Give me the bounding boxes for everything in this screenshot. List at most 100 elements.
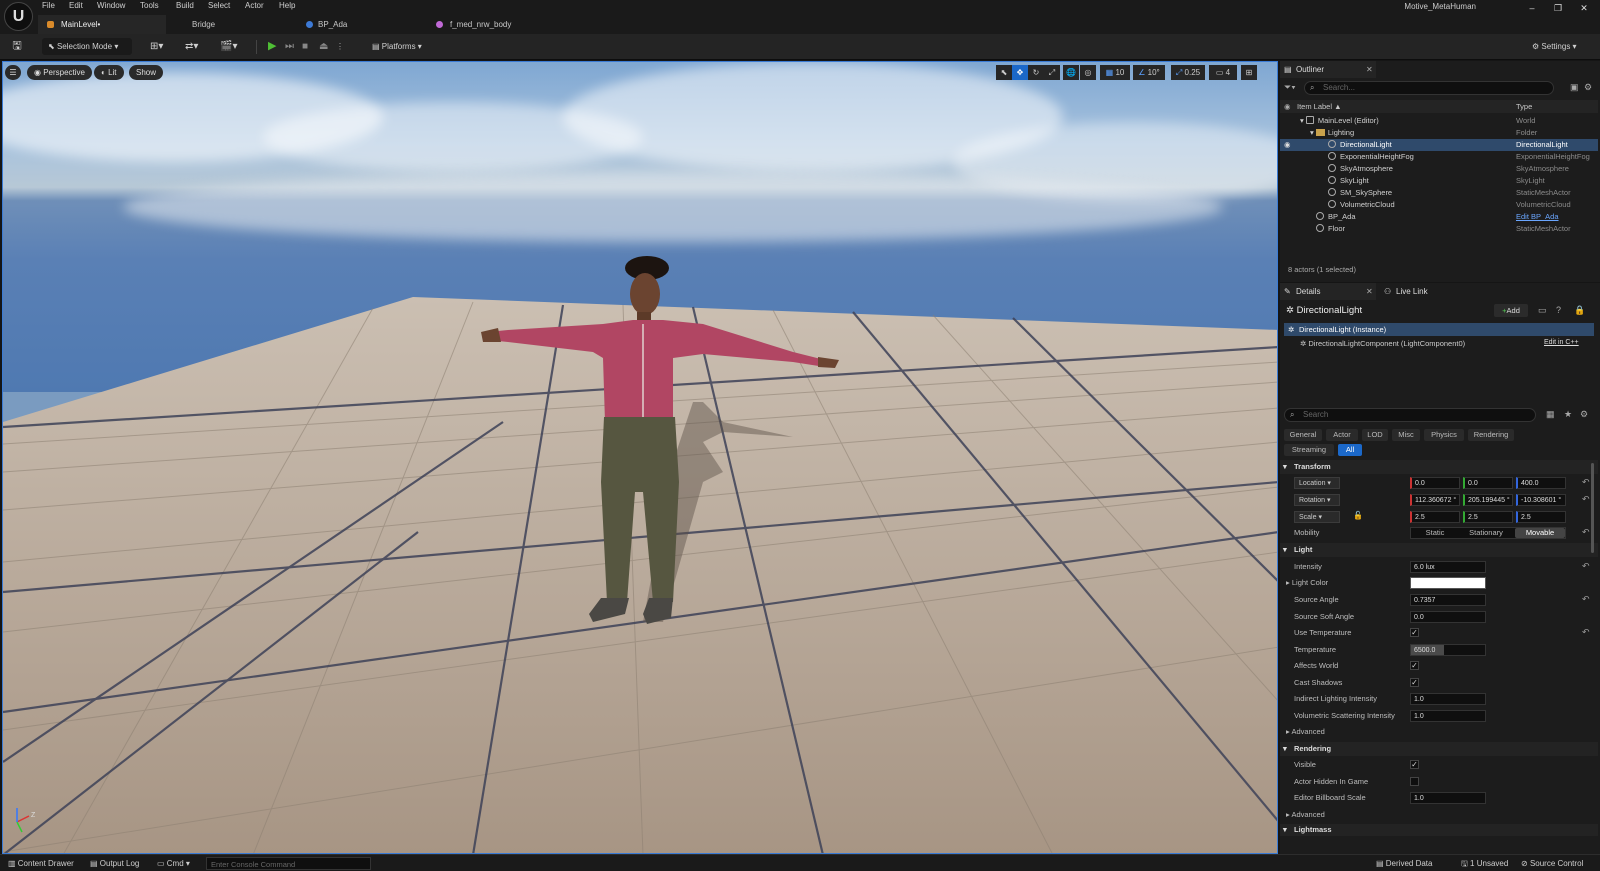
property-matrix-icon[interactable]: ▦	[1546, 409, 1555, 420]
scale-dropdown[interactable]: Scale ▾	[1294, 511, 1340, 523]
lock-icon[interactable]: 🔒	[1574, 305, 1585, 316]
tab-bp-ada[interactable]: BP_Ada	[300, 15, 420, 34]
rotation-snap-toggle[interactable]: ∠ 10°	[1133, 65, 1165, 80]
details-search-input[interactable]: ⌕ Search	[1284, 408, 1536, 422]
settings-button[interactable]: ⚙ Settings ▾	[1532, 38, 1594, 55]
reset-icon[interactable]: ↶	[1582, 594, 1590, 605]
source-soft-angle-field[interactable]: 0.0	[1410, 611, 1486, 623]
light-advanced-row[interactable]: ▸ Advanced	[1286, 725, 1325, 739]
surface-snap-icon[interactable]: ◎	[1080, 65, 1096, 80]
light-component-row[interactable]: ✲ DirectionalLightComponent (LightCompon…	[1300, 339, 1465, 348]
filter-streaming[interactable]: Streaming	[1284, 444, 1334, 456]
filter-icon[interactable]: ⏷▾	[1284, 82, 1296, 93]
close-tab-icon[interactable]: ✕	[1366, 61, 1373, 78]
cast-shadows-checkbox[interactable]: ✓	[1410, 678, 1419, 687]
reset-icon[interactable]: ↶	[1582, 527, 1590, 538]
outliner-search-input[interactable]: ⌕ Search...	[1304, 81, 1554, 95]
close-tab-icon[interactable]: ✕	[1366, 283, 1373, 300]
add-component-button[interactable]: +Add	[1494, 304, 1528, 317]
blueprint-menu-icon[interactable]: ⇄▾	[185, 38, 209, 55]
rotation-y-field[interactable]: 205.199445 °	[1463, 494, 1513, 506]
outliner-settings-icon[interactable]: ⚙	[1584, 82, 1592, 93]
transform-section[interactable]: ▾ Transform	[1280, 460, 1598, 474]
light-section[interactable]: ▾ Light	[1280, 543, 1598, 557]
scale-z-field[interactable]: 2.5	[1516, 511, 1566, 523]
play-icon[interactable]: ▶	[268, 38, 280, 55]
blueprint-options-icon[interactable]: ▭	[1538, 305, 1547, 316]
tab-mainlevel[interactable]: MainLevel•	[38, 15, 166, 34]
lightmass-section[interactable]: ▾ Lightmass	[1280, 824, 1598, 836]
details-settings-icon[interactable]: ⚙	[1580, 409, 1588, 420]
select-tool-icon[interactable]: ⬉	[996, 65, 1012, 80]
menu-help[interactable]: Help	[279, 0, 295, 12]
intensity-field[interactable]: 6.0 lux	[1410, 561, 1486, 573]
use-temperature-checkbox[interactable]: ✓	[1410, 628, 1419, 637]
tab-outliner[interactable]: ▤ Outliner ✕	[1280, 61, 1376, 78]
menu-file[interactable]: File	[42, 0, 55, 12]
affects-world-checkbox[interactable]: ✓	[1410, 661, 1419, 670]
unreal-logo-icon[interactable]: U	[4, 2, 33, 31]
tab-f-med-nrw-body[interactable]: f_med_nrw_body	[432, 15, 572, 34]
source-angle-field[interactable]: 0.7357	[1410, 594, 1486, 606]
lock-scale-icon[interactable]: 🔓	[1353, 511, 1363, 520]
outliner-row-lighting[interactable]: ▾ Lighting Folder	[1280, 127, 1598, 139]
filter-physics[interactable]: Physics	[1424, 429, 1464, 441]
filter-all[interactable]: All	[1338, 444, 1362, 456]
actor-hidden-checkbox[interactable]	[1410, 777, 1419, 786]
location-y-field[interactable]: 0.0	[1463, 477, 1513, 489]
scale-tool-icon[interactable]: ⤢	[1044, 65, 1060, 80]
save-icon[interactable]: 🖫	[10, 38, 24, 55]
tab-bridge[interactable]: Bridge	[180, 15, 290, 34]
level-viewport[interactable]: Z ☰ ◉ Perspective ◐ Lit Show ⬉ ✥ ↻ ⤢ 🌐 ◎…	[2, 61, 1278, 854]
help-icon[interactable]: ?	[1556, 305, 1561, 315]
grid-snap-toggle[interactable]: ▦ 10	[1100, 65, 1130, 80]
edit-bp-ada-link[interactable]: Edit BP_Ada	[1516, 211, 1559, 223]
reset-icon[interactable]: ↶	[1582, 477, 1590, 488]
visible-checkbox[interactable]: ✓	[1410, 760, 1419, 769]
indirect-lighting-field[interactable]: 1.0	[1410, 693, 1486, 705]
source-control-button[interactable]: ⊘ Source Control	[1521, 855, 1583, 871]
filter-rendering[interactable]: Rendering	[1468, 429, 1514, 441]
details-scrollbar[interactable]	[1591, 463, 1594, 553]
cmd-dropdown[interactable]: ▭ Cmd ▾	[157, 855, 190, 871]
viewport-menu-icon[interactable]: ☰	[5, 65, 21, 80]
outliner-row-directionallight[interactable]: ◉ DirectionalLight DirectionalLight	[1280, 139, 1598, 151]
outliner-row-exponentialheightfog[interactable]: ExponentialHeightFog ExponentialHeightFo…	[1280, 151, 1598, 163]
menu-tools[interactable]: Tools	[140, 0, 159, 12]
eye-icon[interactable]: ◉	[1284, 139, 1291, 151]
location-dropdown[interactable]: Location ▾	[1294, 477, 1340, 489]
show-button[interactable]: Show	[129, 65, 164, 80]
maximize-viewport-icon[interactable]: ⊞	[1241, 65, 1257, 80]
outliner-row-sm-skysphere[interactable]: SM_SkySphere StaticMeshActor	[1280, 187, 1598, 199]
reset-icon[interactable]: ↶	[1582, 561, 1590, 572]
favorite-star-icon[interactable]: ★	[1564, 409, 1572, 420]
location-z-field[interactable]: 400.0	[1516, 477, 1566, 489]
unsaved-button[interactable]: 🖫 1 Unsaved	[1461, 855, 1508, 871]
rendering-section[interactable]: ▾ Rendering	[1280, 742, 1598, 756]
temperature-slider[interactable]: 6500.0	[1410, 644, 1486, 656]
light-color-swatch[interactable]	[1410, 577, 1486, 589]
filter-general[interactable]: General	[1284, 429, 1322, 441]
platforms-dropdown[interactable]: ▤ Platforms ▾	[372, 38, 434, 55]
outliner-row-skyatmosphere[interactable]: SkyAtmosphere SkyAtmosphere	[1280, 163, 1598, 175]
step-icon[interactable]: ⏭	[285, 38, 297, 55]
volumetric-scattering-field[interactable]: 1.0	[1410, 710, 1486, 722]
reset-icon[interactable]: ↶	[1582, 494, 1590, 505]
add-folder-icon[interactable]: ▣	[1570, 82, 1579, 93]
filter-actor[interactable]: Actor	[1326, 429, 1358, 441]
filter-lod[interactable]: LOD	[1362, 429, 1388, 441]
type-header[interactable]: Type	[1516, 100, 1532, 113]
camera-speed-button[interactable]: ▭ 4	[1209, 65, 1237, 80]
edit-in-cpp-link[interactable]: Edit in C++	[1544, 339, 1579, 346]
outliner-row-mainlevel[interactable]: ▾ MainLevel (Editor) World	[1280, 115, 1598, 127]
scale-x-field[interactable]: 2.5	[1410, 511, 1460, 523]
menu-window[interactable]: Window	[97, 0, 125, 12]
menu-select[interactable]: Select	[208, 0, 230, 12]
perspective-button[interactable]: ◉ Perspective	[27, 65, 92, 80]
rotation-dropdown[interactable]: Rotation ▾	[1294, 494, 1340, 506]
outliner-row-floor[interactable]: Floor StaticMeshActor	[1280, 223, 1598, 235]
component-instance-row[interactable]: ✲ DirectionalLight (Instance)	[1284, 323, 1594, 336]
restore-icon[interactable]: ❐	[1552, 2, 1564, 14]
tab-details[interactable]: ✎ Details ✕	[1280, 283, 1376, 300]
scale-y-field[interactable]: 2.5	[1463, 511, 1513, 523]
